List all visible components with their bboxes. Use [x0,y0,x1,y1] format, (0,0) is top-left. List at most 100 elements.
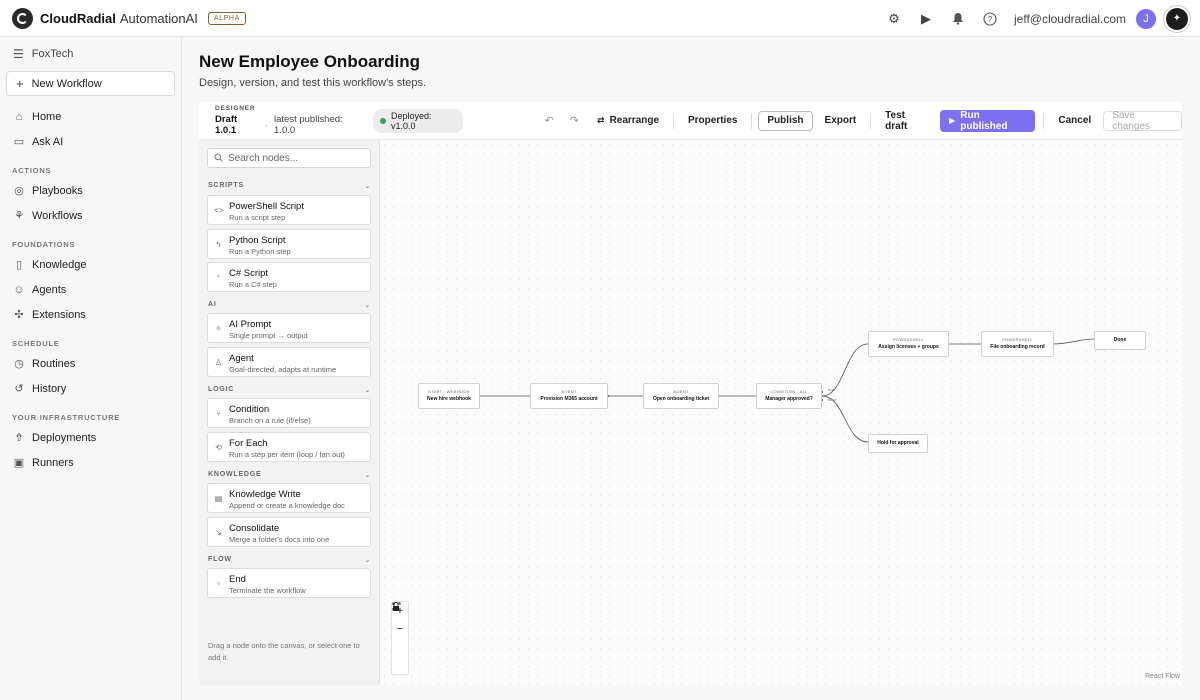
search-input[interactable] [228,152,368,164]
rearrange-button[interactable]: ⇄ Rearrange [589,111,667,131]
workflow-node-condition[interactable]: CONDITION · ALL Manager approved? [756,383,822,409]
section-scripts[interactable]: SCRIPTS ⌄ [208,182,371,190]
sidebar-item-workflows[interactable]: ⚘ Workflows [0,203,181,228]
designer-label: DESIGNER [215,105,256,112]
workflow-node-ticket[interactable]: AGENT Open onboarding ticket [643,383,719,409]
sidebar-item-extensions[interactable]: ✣ Extensions [0,302,181,327]
node-title: End [229,574,246,585]
sidebar-item-knowledge[interactable]: ▯ Knowledge [0,252,181,277]
palette-node-ai-prompt[interactable]: ✧ AI Prompt Single prompt → output [207,313,371,343]
version-info: DESIGNER Draft 1.0.1 · latest published:… [199,105,362,136]
sidebar-item-ask-ai[interactable]: ▭ Ask AI [0,129,181,154]
rearrange-icon: ⇄ [597,115,605,125]
palette-node-knowledge-write[interactable]: ▤ Knowledge Write Append or create a knowl… [207,483,371,513]
divider [1043,112,1045,129]
node-title: Assign licenses + groups [878,344,939,350]
edge[interactable] [821,395,869,443]
csharp-icon: ⁺ [216,273,221,282]
sidebar-item-label: Routines [32,357,76,370]
user-avatar[interactable]: J [1136,8,1156,29]
sidebar-item-agents[interactable]: ☺ Agents [0,277,181,302]
divider [673,112,674,129]
chevron-down-icon[interactable]: ⌄ [364,182,371,190]
chevron-down-icon[interactable]: ⌄ [364,301,371,309]
sidebar-item-label: Agents [32,283,67,296]
node-kind: POWERSHELL [1002,337,1033,342]
divider [751,112,753,129]
node-title: For Each [229,438,268,449]
bot-icon: ☺ [13,283,25,296]
zoom-out-button[interactable]: − [392,620,408,638]
sidebar-item-playbooks[interactable]: ◎ Playbooks [0,178,181,203]
test-draft-button[interactable]: Test draft [877,110,936,132]
workflow-node-assign-licenses[interactable]: POWERSHELL Assign licenses + groups [868,331,949,357]
redo-icon[interactable]: ↷ [570,114,579,127]
menu-icon[interactable]: ☰ [13,47,24,61]
palette-node-csharp[interactable]: ⁺ C# Script Run a C# step [207,262,371,292]
help-icon[interactable]: ? [974,0,1006,37]
edges-layer [478,338,1095,443]
edge[interactable] [1052,338,1095,345]
section-logic[interactable]: LOGIC ⌄ [208,386,371,394]
workflow-node-start[interactable]: START · WEBHOOK New hire webhook [418,383,480,409]
sidebar-item-routines[interactable]: ◷ Routines [0,351,181,376]
node-subtitle: Branch on a rule (if/else) [229,416,311,425]
assistant-sparkle-icon[interactable]: ✦ [1166,7,1188,30]
playbook-icon: ◎ [14,185,24,197]
workflow-node-hold[interactable]: Hold for approval [868,434,928,453]
alpha-badge: ALPHA [207,11,246,25]
workflow-canvas[interactable]: START · WEBHOOK New hire webhook AGENT Pro… [380,140,1182,685]
palette-node-condition[interactable]: ⑂ Condition Branch on a rule (if/else) [207,398,371,428]
section-ai[interactable]: AI ⌄ [208,301,371,309]
fit-view-icon[interactable] [392,602,408,656]
undo-icon[interactable]: ↶ [545,114,554,127]
properties-button[interactable]: Properties [680,111,745,131]
sidebar-item-runners[interactable]: ▣ Runners [0,450,181,475]
lock-icon[interactable] [392,602,408,674]
user-email[interactable]: jeff@cloudradial.com [1014,12,1126,26]
section-knowledge[interactable]: KNOWLEDGE ⌄ [208,471,371,479]
workflow-node-done[interactable]: Done [1094,331,1146,350]
workflow-icon: ⚘ [14,210,24,222]
sidebar-item-history[interactable]: ↺ History [0,376,181,401]
react-flow-attribution[interactable]: React Flow [1145,673,1180,680]
node-title: Python Script [229,235,286,246]
settings-gear-icon[interactable]: ⚙ [878,0,910,37]
chevron-down-icon[interactable]: ⌄ [364,471,371,479]
node-title: Done [1113,337,1127,343]
palette-node-python[interactable]: ϟ Python Script Run a Python step [207,229,371,259]
palette-node-agent[interactable]: ♙ Agent Goal-directed, adapts at runtime [207,347,371,377]
page-title: New Employee Onboarding [199,52,421,71]
new-workflow-button[interactable]: + New Workflow [6,71,175,96]
org-switcher[interactable]: ☰ FoxTech [0,37,181,71]
search-field[interactable] [207,148,371,168]
cancel-button[interactable]: Cancel [1050,111,1099,131]
palette-node-powershell[interactable]: <> PowerShell Script Run a script step [207,195,371,225]
brand-name: CloudRadial [40,10,116,26]
chevron-down-icon[interactable]: ⌄ [364,556,371,564]
sidebar-item-home[interactable]: ⌂ Home [0,104,181,129]
run-play-icon[interactable]: ▶ [910,0,942,37]
node-subtitle: Terminate the workflow [229,586,306,595]
export-button[interactable]: Export [817,111,865,131]
palette-node-end[interactable]: ▫ End Terminate the workflow [207,568,371,598]
node-title: New hire webhook [427,396,471,402]
workflow-node-provision[interactable]: AGENT Provision M365 account [530,383,608,409]
rearrange-label: Rearrange [609,115,660,126]
palette-node-consolidate[interactable]: ↘ Consolidate Merge a folder's docs into o… [207,517,371,547]
save-changes-button[interactable]: Save changes [1103,110,1182,132]
top-bar: CloudRadial AutomationAI ALPHA ⚙ ▶ ? jef… [0,0,1200,37]
publish-button[interactable]: Publish [758,110,813,131]
workflow-node-file-record[interactable]: POWERSHELL File onboarding record [981,331,1054,357]
deployed-badge: Deployed: v1.0.0 [373,108,463,133]
notifications-bell-icon[interactable] [942,0,974,37]
node-title: File onboarding record [990,344,1045,350]
run-published-button[interactable]: ▶ Run published [940,109,1036,132]
page-subtitle: Design, version, and test this workflow'… [199,77,427,89]
sidebar-item-deployments[interactable]: ⇮ Deployments [0,425,181,450]
deployed-label: Deployed: v1.0.0 [390,110,432,131]
chevron-down-icon[interactable]: ⌄ [364,386,371,394]
palette-node-for-each[interactable]: ⟲ For Each Run a step per item (loop / fan… [207,432,371,462]
section-flow[interactable]: FLOW ⌄ [208,556,371,564]
node-title: Condition [229,404,270,415]
